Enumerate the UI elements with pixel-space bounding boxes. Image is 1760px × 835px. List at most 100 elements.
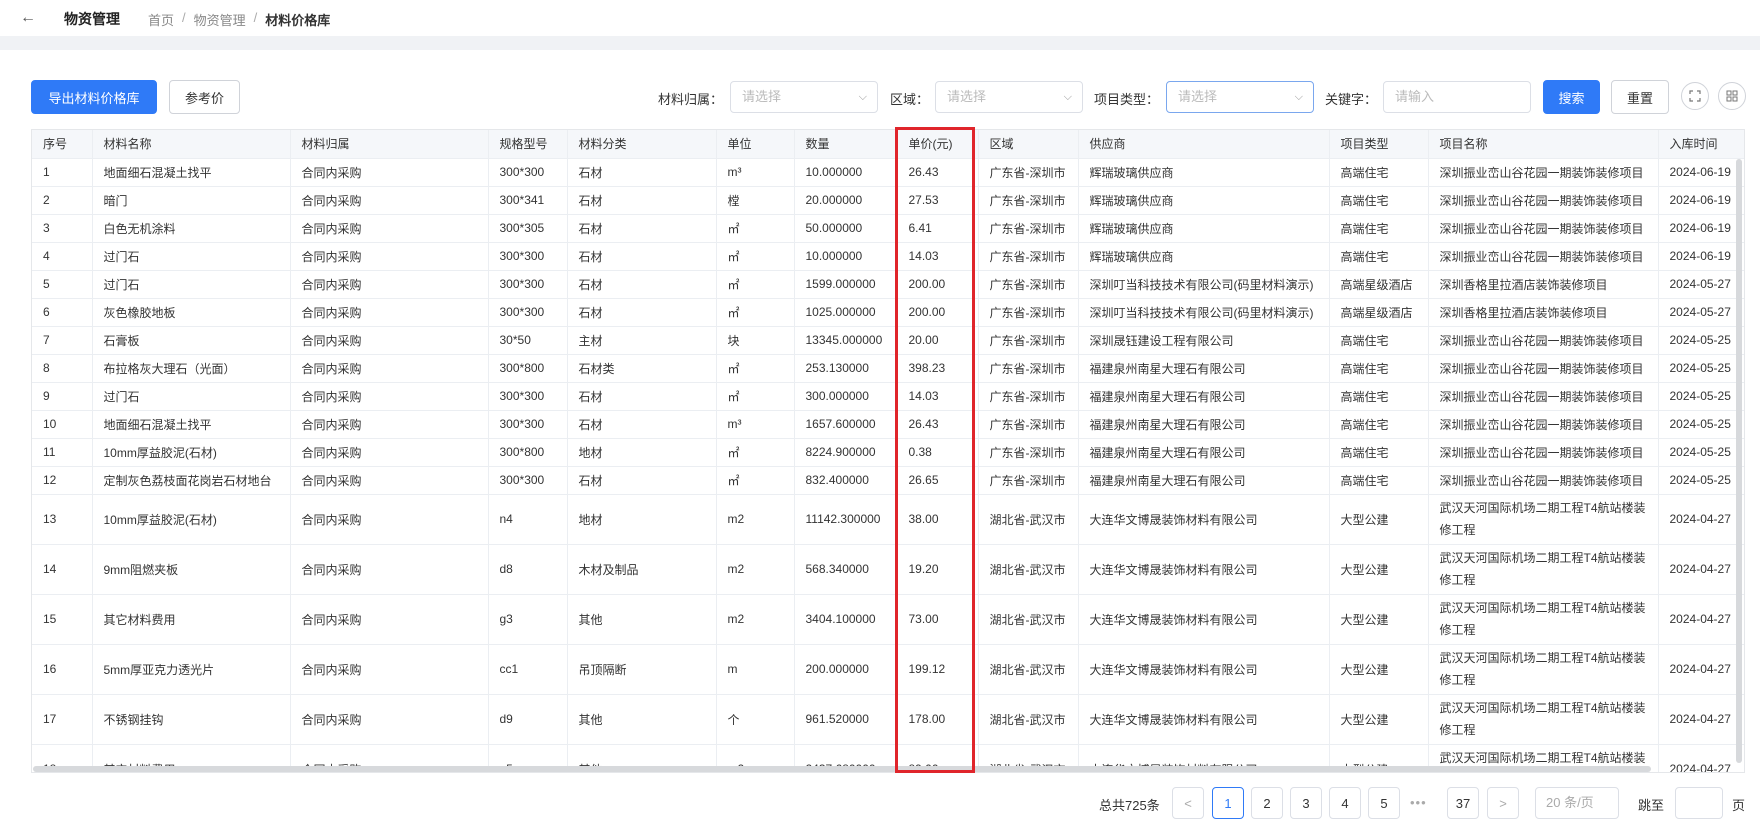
top-bar: ← 物资管理 首页 / 物资管理 / 材料价格库 <box>0 0 1760 36</box>
cell-quantity: 11142.300000 <box>794 494 898 545</box>
table-row[interactable]: 12 定制灰色荔枝面花岗岩石材地台 合同内采购 300*300 石材㎡ 832.40000… <box>32 466 1744 495</box>
material-owner-label: 材料归属： <box>658 92 724 107</box>
cell-unit: m³ <box>716 410 795 439</box>
grid-icon[interactable] <box>1718 82 1746 110</box>
search-button[interactable]: 搜索 <box>1543 80 1600 114</box>
cell-region: 广东省-深圳市 <box>978 158 1079 187</box>
cell-material-name: 白色无机涂料 <box>92 214 291 243</box>
cell-project-type: 高端星级酒店 <box>1329 298 1429 327</box>
pagination-page-last[interactable]: 37 <box>1447 787 1479 819</box>
cell-material-name: 10mm厚益胶泥(石材) <box>92 438 291 467</box>
cell-stock-in-date: 2024-05-25 <box>1658 382 1744 411</box>
pagination-page-2[interactable]: 2 <box>1251 787 1283 819</box>
cell-unit: ㎡ <box>716 270 795 299</box>
cell-category: 石材 <box>567 382 717 411</box>
table-row[interactable]: 9 过门石 合同内采购 300*300 石材㎡ 300.000000 14.03 广东省-深圳… <box>32 382 1744 411</box>
table-row[interactable]: 14 9mm阻燃夹板 合同内采购 d8 木材及制品 m2 568.340000 19.20 湖北… <box>32 544 1744 595</box>
cell-supplier: 福建泉州南星大理石有限公司 <box>1078 438 1330 467</box>
table-row[interactable]: 11 10mm厚益胶泥(石材) 合同内采购 300*800 地材㎡ 8224.900000… <box>32 438 1744 467</box>
pagination-page-4[interactable]: 4 <box>1329 787 1361 819</box>
cell-category: 地材 <box>567 438 717 467</box>
material-owner-select[interactable]: 请选择 ⌵ <box>730 81 878 113</box>
column-header-index: 序号 <box>32 130 93 159</box>
cell-region: 广东省-深圳市 <box>978 438 1079 467</box>
cell-project-name: 深圳振业峦山谷花园一期装饰装修项目 <box>1428 466 1659 495</box>
cell-spec: 30*50 <box>488 326 568 355</box>
cell-spec: 300*305 <box>488 214 568 243</box>
cell-unit-price: 14.03 <box>897 242 979 271</box>
cell-index: 12 <box>32 466 93 495</box>
pagination-next-button[interactable]: > <box>1487 787 1519 819</box>
table-row[interactable]: 2 暗门 合同内采购 300*341 石材樘 20.000000 27.53 广东省-深圳市辉… <box>32 186 1744 215</box>
cell-project-name: 武汉天河国际机场二期工程T4航站楼装修工程 <box>1428 544 1659 595</box>
cell-project-name: 深圳香格里拉酒店装饰装修项目 <box>1428 270 1659 299</box>
pagination-ellipsis[interactable]: ••• <box>1410 795 1427 810</box>
breadcrumb-item-home[interactable]: 首页 <box>148 10 174 29</box>
cell-material-name: 其它材料费用 <box>92 594 291 645</box>
cell-category: 其他 <box>567 694 717 745</box>
pagination-prev-button[interactable]: < <box>1172 787 1204 819</box>
horizontal-scrollbar[interactable] <box>33 766 1651 772</box>
cell-project-type: 高端住宅 <box>1329 438 1429 467</box>
table-row[interactable]: 13 10mm厚益胶泥(石材) 合同内采购 n4 地材 m2 11142.300000 38.… <box>32 494 1744 545</box>
pagination-jump-input[interactable] <box>1675 787 1723 819</box>
cell-supplier: 福建泉州南星大理石有限公司 <box>1078 382 1330 411</box>
pagination-page-1[interactable]: 1 <box>1212 787 1244 819</box>
cell-unit: 块 <box>716 326 795 355</box>
cell-unit: ㎡ <box>716 242 795 271</box>
table-row[interactable]: 16 5mm厚亚克力透光片 合同内采购 cc1 吊顶隔断 m 200.000000 199.1… <box>32 644 1744 695</box>
table-row[interactable]: 4 过门石 合同内采购 300*300 石材㎡ 10.000000 14.03 广东省-深圳市… <box>32 242 1744 271</box>
table-row[interactable]: 8 布拉格灰大理石（光面） 合同内采购 300*800 石材类㎡ 253.130000 39… <box>32 354 1744 383</box>
table-row[interactable]: 7 石膏板 合同内采购 30*50 主材块 13345.000000 20.00 广东省-深圳… <box>32 326 1744 355</box>
cell-index: 10 <box>32 410 93 439</box>
cell-supplier: 大连华文博晟装饰材料有限公司 <box>1078 594 1330 645</box>
cell-spec: 300*300 <box>488 158 568 187</box>
vertical-scrollbar[interactable] <box>1736 159 1742 763</box>
reset-button[interactable]: 重置 <box>1611 80 1669 114</box>
table-row[interactable]: 5 过门石 合同内采购 300*300 石材㎡ 1599.000000 200.00 广东省-… <box>32 270 1744 299</box>
table-row[interactable]: 10 地面细石混凝土找平 合同内采购 300*300 石材 m³ 1657.600000 26… <box>32 410 1744 439</box>
cell-project-type: 高端住宅 <box>1329 242 1429 271</box>
cell-unit-price: 73.00 <box>897 594 979 645</box>
export-button[interactable]: 导出材料价格库 <box>31 80 157 114</box>
project-type-select[interactable]: 请选择 ⌵ <box>1166 81 1314 113</box>
cell-project-type: 高端住宅 <box>1329 158 1429 187</box>
reference-price-button[interactable]: 参考价 <box>169 80 240 114</box>
page-size-select[interactable]: 20 条/页 <box>1535 787 1619 819</box>
cell-unit-price: 26.65 <box>897 466 979 495</box>
pagination-page-5[interactable]: 5 <box>1368 787 1400 819</box>
cell-unit-price: 20.00 <box>897 326 979 355</box>
cell-material-name: 定制灰色荔枝面花岗岩石材地台 <box>92 466 291 495</box>
cell-unit: ㎡ <box>716 298 795 327</box>
region-select[interactable]: 请选择 ⌵ <box>935 81 1083 113</box>
cell-unit-price: 26.43 <box>897 158 979 187</box>
cell-region: 广东省-深圳市 <box>978 186 1079 215</box>
arrow-left-icon[interactable]: ← <box>20 8 40 28</box>
fullscreen-icon[interactable] <box>1681 82 1709 110</box>
cell-supplier: 大连华文博晟装饰材料有限公司 <box>1078 694 1330 745</box>
system-title: 物资管理 <box>64 11 120 27</box>
cell-project-name: 深圳振业峦山谷花园一期装饰装修项目 <box>1428 438 1659 467</box>
cell-region: 湖北省-武汉市 <box>978 644 1079 695</box>
cell-region: 广东省-深圳市 <box>978 354 1079 383</box>
breadcrumb-item-supplies[interactable]: 物资管理 <box>194 10 246 29</box>
table-row[interactable]: 15 其它材料费用 合同内采购 g3 其他 m2 3404.100000 73.00 湖北省-武… <box>32 594 1744 645</box>
cell-material-owner: 合同内采购 <box>290 410 489 439</box>
table-row[interactable]: 6 灰色橡胶地板 合同内采购 300*300 石材㎡ 1025.000000 200.00 广… <box>32 298 1744 327</box>
table-row[interactable]: 17 不锈钢挂钩 合同内采购 d9 其他个 961.520000 178.00 湖北省-武汉市… <box>32 694 1744 745</box>
cell-unit-price: 178.00 <box>897 694 979 745</box>
cell-quantity: 8224.900000 <box>794 438 898 467</box>
table-row[interactable]: 3 白色无机涂料 合同内采购 300*305 石材㎡ 50.000000 6.41 广东省-深… <box>32 214 1744 243</box>
keyword-input[interactable]: 请输入 <box>1383 81 1531 113</box>
cell-material-name: 布拉格灰大理石（光面） <box>92 354 291 383</box>
cell-project-type: 大型公建 <box>1329 594 1429 645</box>
cell-category: 石材 <box>567 298 717 327</box>
cell-index: 7 <box>32 326 93 355</box>
cell-unit: ㎡ <box>716 354 795 383</box>
pagination-page-3[interactable]: 3 <box>1290 787 1322 819</box>
cell-quantity: 10.000000 <box>794 158 898 187</box>
cell-category: 吊顶隔断 <box>567 644 717 695</box>
table-row[interactable]: 1 地面细石混凝土找平 合同内采购 300*300 石材 m³ 10.000000 26.43… <box>32 158 1744 187</box>
column-header-unit-price: 单价(元) <box>897 130 979 159</box>
cell-material-name: 地面细石混凝土找平 <box>92 158 291 187</box>
